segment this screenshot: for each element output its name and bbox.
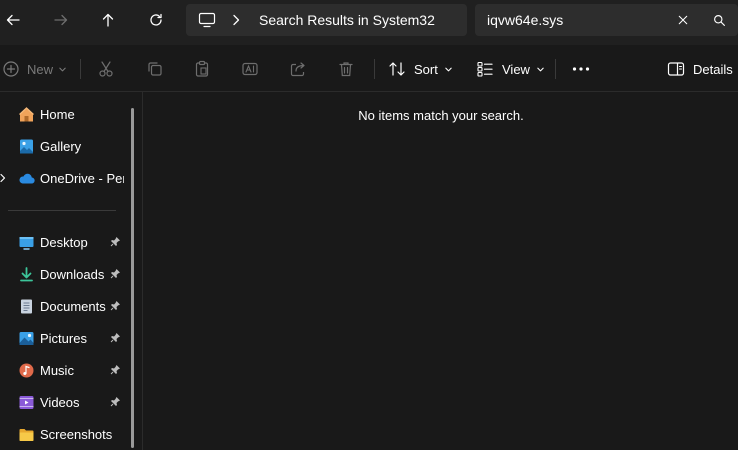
pictures-icon <box>19 332 34 345</box>
back-button[interactable] <box>0 4 29 36</box>
sidebar-item-documents[interactable]: Documents <box>0 292 130 320</box>
folder-icon <box>19 429 34 441</box>
sidebar-item-videos[interactable]: Videos <box>0 388 130 416</box>
this-pc-icon <box>198 12 216 28</box>
refresh-icon <box>150 13 162 26</box>
toolbar-divider <box>374 59 375 79</box>
pin-icon[interactable] <box>110 396 121 407</box>
chevron-right-icon[interactable] <box>232 14 240 26</box>
address-bar[interactable]: Search Results in System32 <box>186 4 467 36</box>
add-icon <box>3 61 19 77</box>
refresh-button[interactable] <box>140 4 172 36</box>
address-row: Search Results in System32 <box>0 0 738 45</box>
arrow-right-icon <box>54 14 68 26</box>
pin-icon[interactable] <box>110 332 121 343</box>
desktop-icon <box>19 237 34 250</box>
scissors-icon <box>99 61 113 77</box>
sidebar-item-onedrive[interactable]: OneDrive - Personal <box>0 164 130 192</box>
document-icon <box>21 299 32 314</box>
delete-button[interactable] <box>337 56 355 82</box>
list-view-icon <box>477 61 493 77</box>
view-label: View <box>502 61 530 77</box>
pin-icon[interactable] <box>110 300 121 311</box>
chevron-right-icon[interactable] <box>0 173 7 183</box>
sidebar-item-label: Gallery <box>40 139 82 154</box>
video-icon <box>19 396 34 409</box>
command-bar: New Sort View Details <box>0 45 738 92</box>
pin-icon[interactable] <box>110 364 121 375</box>
music-icon <box>19 363 34 378</box>
rename-button[interactable] <box>241 56 259 82</box>
download-icon <box>20 267 33 282</box>
arrow-up-icon <box>102 13 114 27</box>
search-button[interactable] <box>711 12 727 28</box>
chevron-down-icon <box>537 67 544 71</box>
breadcrumb[interactable]: Search Results in System32 <box>259 12 435 28</box>
pin-icon[interactable] <box>110 268 121 279</box>
details-pane-button[interactable]: Details <box>667 56 733 82</box>
search-icon <box>713 14 725 26</box>
up-button[interactable] <box>92 4 124 36</box>
sort-label: Sort <box>414 61 438 77</box>
search-input[interactable] <box>487 12 667 28</box>
sort-button[interactable]: Sort <box>388 56 453 82</box>
sidebar-item-home[interactable]: Home <box>0 100 130 128</box>
toolbar-divider <box>80 59 81 79</box>
forward-button[interactable] <box>45 4 77 36</box>
pin-icon[interactable] <box>110 236 121 247</box>
clear-search-button[interactable] <box>675 12 691 28</box>
see-more-button[interactable] <box>571 56 591 82</box>
sidebar-item-desktop[interactable]: Desktop <box>0 228 130 256</box>
sidebar-scrollbar[interactable] <box>131 108 134 448</box>
paste-button[interactable] <box>193 56 211 82</box>
trash-icon <box>339 62 353 77</box>
rename-icon <box>242 62 258 76</box>
sidebar-item-pictures[interactable]: Pictures <box>0 324 130 352</box>
onedrive-cloud-icon <box>19 173 35 184</box>
sidebar-item-label: Screenshots <box>40 427 113 442</box>
search-box[interactable] <box>475 4 738 36</box>
sidebar-item-downloads[interactable]: Downloads <box>0 260 130 288</box>
file-list-area[interactable]: No items match your search. <box>144 92 738 450</box>
chevron-down-icon <box>445 67 452 71</box>
cut-button[interactable] <box>97 56 115 82</box>
sidebar-item-screenshots[interactable]: Screenshots <box>0 420 130 448</box>
sort-icon <box>389 62 405 76</box>
sidebar-divider <box>8 210 116 211</box>
details-label: Details <box>693 61 733 77</box>
new-button[interactable]: New <box>2 56 67 82</box>
sidebar-item-label: OneDrive - Personal <box>40 171 124 186</box>
share-button[interactable] <box>289 56 307 82</box>
copy-icon <box>148 62 162 76</box>
arrow-left-icon <box>6 14 20 26</box>
chevron-down-icon <box>59 67 66 71</box>
empty-results-message: No items match your search. <box>358 108 524 123</box>
sidebar-item-label: Home <box>40 107 75 122</box>
copy-button[interactable] <box>146 56 164 82</box>
sidebar-item-gallery[interactable]: Gallery <box>0 132 130 160</box>
gallery-icon <box>20 139 33 154</box>
toolbar-divider <box>555 59 556 79</box>
home-icon <box>19 107 34 122</box>
new-label: New <box>27 61 54 77</box>
share-icon <box>290 62 305 77</box>
close-icon <box>678 15 688 25</box>
navigation-pane: Home Gallery OneDrive - Personal Desktop… <box>0 92 143 450</box>
clipboard-icon <box>195 60 209 77</box>
more-horizontal-icon <box>572 67 590 71</box>
details-pane-icon <box>667 62 685 76</box>
view-button[interactable]: View <box>476 56 545 82</box>
sidebar-item-music[interactable]: Music <box>0 356 130 384</box>
